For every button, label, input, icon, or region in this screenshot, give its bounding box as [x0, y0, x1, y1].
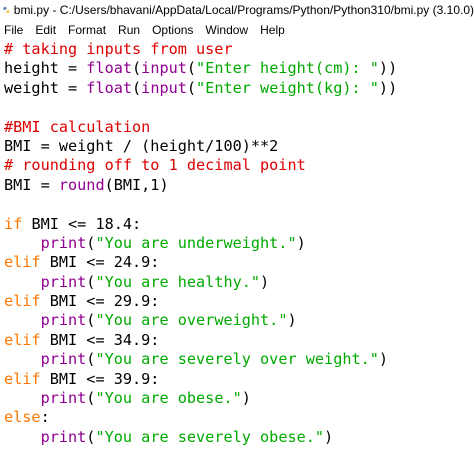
- menu-window[interactable]: Window: [205, 23, 248, 37]
- code-token-string: "You are severely over weight.": [95, 350, 379, 369]
- code-line[interactable]: elif BMI <= 29.9:: [4, 292, 397, 311]
- code-token-plain: ): [296, 233, 306, 252]
- window-title: bmi.py - C:/Users/bhavani/AppData/Local/…: [13, 3, 474, 17]
- code-token-plain: ): [324, 427, 334, 446]
- code-token-keyword: else: [4, 408, 41, 427]
- python-file-icon: [3, 7, 10, 13]
- code-token-string: "You are overweight.": [95, 311, 288, 330]
- code-line[interactable]: elif BMI <= 34.9:: [4, 331, 397, 350]
- code-text[interactable]: # taking inputs from user height = float(…: [4, 40, 397, 447]
- code-token-plain: ): [260, 272, 270, 291]
- code-line[interactable]: # taking inputs from user: [4, 40, 397, 59]
- code-line[interactable]: [4, 98, 397, 117]
- code-token-keyword: elif: [4, 369, 41, 388]
- code-line[interactable]: BMI = weight / (height/100)**2: [4, 137, 397, 156]
- code-token-plain: BMI <= 34.9:: [40, 330, 160, 349]
- code-token-keyword: elif: [4, 292, 41, 311]
- code-token-builtin: input: [141, 78, 187, 97]
- menu-help[interactable]: Help: [260, 23, 285, 37]
- code-editor[interactable]: # taking inputs from user height = float(…: [0, 39, 474, 459]
- code-line[interactable]: print("You are severely obese."): [4, 428, 397, 447]
- code-token-builtin: print: [40, 350, 87, 369]
- code-token-builtin: print: [40, 272, 87, 291]
- code-token-builtin: print: [40, 311, 87, 330]
- code-token-string: "You are healthy.": [95, 272, 261, 291]
- code-token-keyword: if: [4, 214, 23, 233]
- code-token-string: "You are severely obese.": [95, 427, 325, 446]
- code-token-plain: (: [132, 78, 142, 97]
- code-token-plain: BMI <= 24.9:: [40, 253, 160, 272]
- code-line[interactable]: if BMI <= 18.4:: [4, 215, 397, 234]
- code-token-plain: (: [186, 78, 197, 97]
- menu-format[interactable]: Format: [68, 23, 106, 37]
- code-line[interactable]: print("You are overweight."): [4, 311, 397, 330]
- code-token-plain: BMI <= 18.4:: [22, 214, 142, 233]
- code-token-plain: BMI =: [4, 175, 59, 194]
- code-token-builtin: print: [40, 233, 87, 252]
- code-token-keyword: elif: [4, 253, 41, 272]
- code-line[interactable]: # rounding off to 1 decimal point: [4, 156, 397, 175]
- code-token-keyword: elif: [4, 330, 41, 349]
- code-token-plain: :: [40, 408, 50, 427]
- title-bar: bmi.py - C:/Users/bhavani/AppData/Local/…: [0, 0, 474, 20]
- code-token-plain: )): [378, 78, 398, 97]
- code-token-string: "Enter weight(kg): ": [196, 78, 379, 97]
- code-line[interactable]: print("You are severely over weight."): [4, 350, 397, 369]
- code-line[interactable]: elif BMI <= 24.9:: [4, 253, 397, 272]
- code-token-comment: # taking inputs from user: [4, 40, 233, 58]
- code-token-builtin: float: [86, 78, 133, 97]
- code-line[interactable]: else:: [4, 408, 397, 427]
- code-token-plain: )): [378, 59, 398, 78]
- code-token-builtin: input: [141, 59, 187, 78]
- code-token-plain: (BMI,1): [104, 175, 169, 194]
- code-token-comment: # rounding off to 1 decimal point: [4, 156, 306, 175]
- code-token-builtin: float: [86, 59, 133, 78]
- menu-file[interactable]: File: [4, 23, 23, 37]
- code-line[interactable]: print("You are underweight."): [4, 234, 397, 253]
- code-line[interactable]: print("You are obese."): [4, 389, 397, 408]
- code-line[interactable]: BMI = round(BMI,1): [4, 176, 397, 195]
- code-token-plain: weight =: [4, 78, 87, 97]
- menu-bar: File Edit Format Run Options Window Help: [0, 20, 474, 39]
- code-token-plain: (: [186, 59, 197, 78]
- code-line[interactable]: [4, 195, 397, 214]
- menu-run[interactable]: Run: [118, 23, 140, 37]
- code-line[interactable]: #BMI calculation: [4, 118, 397, 137]
- code-token-plain: ): [241, 389, 251, 408]
- code-token-string: "You are obese.": [95, 389, 242, 408]
- menu-options[interactable]: Options: [152, 23, 193, 37]
- code-token-plain: (: [132, 59, 142, 78]
- menu-edit[interactable]: Edit: [35, 23, 56, 37]
- code-token-string: "Enter height(cm): ": [196, 59, 379, 78]
- code-token-plain: BMI <= 39.9:: [40, 369, 160, 388]
- code-token-builtin: round: [58, 175, 105, 194]
- code-token-builtin: print: [40, 427, 87, 446]
- code-token-comment: #BMI calculation: [4, 117, 151, 136]
- code-line[interactable]: elif BMI <= 39.9:: [4, 370, 397, 389]
- code-line[interactable]: print("You are healthy."): [4, 273, 397, 292]
- code-line[interactable]: weight = float(input("Enter weight(kg): …: [4, 79, 397, 98]
- code-token-plain: height =: [4, 59, 87, 78]
- code-token-string: "You are underweight.": [95, 233, 297, 252]
- code-token-builtin: print: [40, 389, 87, 408]
- code-token-plain: ): [378, 350, 389, 369]
- idle-editor-window: bmi.py - C:/Users/bhavani/AppData/Local/…: [0, 0, 474, 459]
- code-line[interactable]: height = float(input("Enter height(cm): …: [4, 59, 397, 78]
- code-token-plain: BMI = weight / (height/100)**2: [4, 136, 279, 155]
- code-token-plain: ): [287, 311, 297, 330]
- code-token-plain: BMI <= 29.9:: [40, 292, 160, 311]
